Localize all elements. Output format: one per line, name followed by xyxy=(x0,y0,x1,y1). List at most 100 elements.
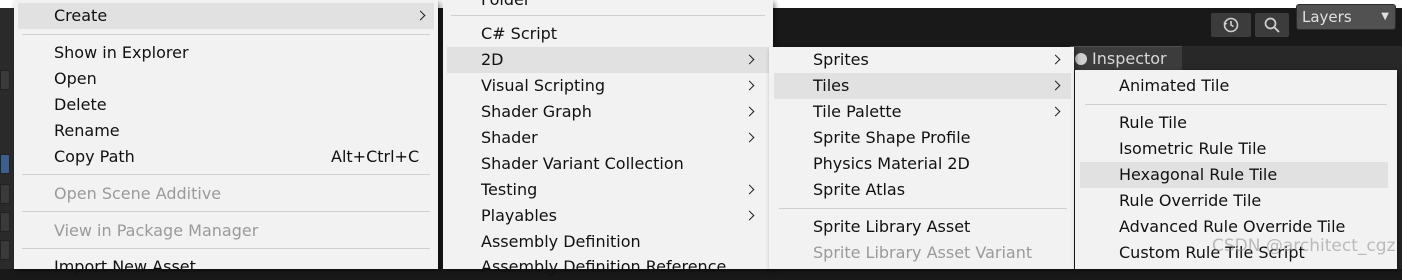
move-tool-icon[interactable] xyxy=(0,154,10,174)
info-icon xyxy=(1075,53,1087,65)
menu-item-label: Folder xyxy=(481,0,530,13)
context-menu: Create Show in Explorer Open Delete Rena… xyxy=(14,0,438,276)
menu-item-sprite-atlas[interactable]: Sprite Atlas xyxy=(774,177,1071,203)
menu-divider xyxy=(22,211,430,212)
history-button[interactable] xyxy=(1210,12,1252,38)
menu-item-label: Sprite Library Asset Variant xyxy=(813,243,1033,262)
chevron-right-icon xyxy=(745,177,756,203)
2d-submenu: Sprites Tiles Tile Palette Sprite Shape … xyxy=(769,47,1074,269)
menu-item-physics-material-2d[interactable]: Physics Material 2D xyxy=(774,151,1071,177)
menu-item-label: Create xyxy=(54,6,108,25)
menu-item-folder[interactable]: Folder xyxy=(447,0,769,13)
menu-item-open-scene-additive: Open Scene Additive xyxy=(18,181,434,207)
menu-item-label: Tile Palette xyxy=(813,102,902,121)
search-button[interactable] xyxy=(1254,12,1290,38)
menu-item-shader[interactable]: Shader xyxy=(447,125,769,151)
menu-divider xyxy=(451,15,765,16)
menu-item-label: Isometric Rule Tile xyxy=(1119,139,1267,158)
history-icon xyxy=(1223,17,1239,33)
menu-item-label: Tiles xyxy=(813,76,850,95)
menu-item-shader-variant-collection[interactable]: Shader Variant Collection xyxy=(447,151,769,177)
menu-item-rule-tile[interactable]: Rule Tile xyxy=(1080,110,1388,136)
menu-item-label: Hexagonal Rule Tile xyxy=(1119,165,1278,184)
menu-item-sprite-library-asset-variant: Sprite Library Asset Variant xyxy=(774,240,1071,266)
menu-item-hexagonal-rule-tile[interactable]: Hexagonal Rule Tile xyxy=(1080,162,1388,188)
menu-item-show-in-explorer[interactable]: Show in Explorer xyxy=(18,40,434,66)
create-submenu: Folder C# Script 2D Visual Scripting Sha… xyxy=(443,0,773,276)
menu-item-label: Advanced Rule Override Tile xyxy=(1119,217,1346,236)
chevron-right-icon xyxy=(745,47,756,73)
menu-divider xyxy=(779,208,1067,209)
menu-item-label: Import New Asset... xyxy=(54,257,212,276)
menu-item-label: Show in Explorer xyxy=(54,43,189,62)
menu-item-animated-tile[interactable]: Animated Tile xyxy=(1080,73,1388,99)
chevron-right-icon xyxy=(416,3,427,29)
chevron-right-icon xyxy=(745,73,756,99)
menu-item-delete[interactable]: Delete xyxy=(18,92,434,118)
menu-item-advanced-rule-override-tile[interactable]: Advanced Rule Override Tile xyxy=(1080,214,1388,240)
menu-item-label: Playables xyxy=(481,206,557,225)
menu-item-label: Shader Graph xyxy=(481,102,592,121)
menu-item-rename[interactable]: Rename xyxy=(18,118,434,144)
search-icon xyxy=(1264,17,1280,33)
menu-item-csharp-script[interactable]: C# Script xyxy=(447,21,769,47)
menu-item-import-new-asset[interactable]: Import New Asset... xyxy=(18,254,434,280)
layers-dropdown[interactable]: Layers ▼ xyxy=(1296,4,1396,30)
menu-item-create[interactable]: Create xyxy=(18,3,434,29)
menu-item-sprite-library-asset[interactable]: Sprite Library Asset xyxy=(774,214,1071,240)
menu-item-label: Copy Path xyxy=(54,147,135,166)
scene-tools-strip xyxy=(0,8,14,269)
menu-item-label: Shader xyxy=(481,128,538,147)
menu-divider xyxy=(1085,104,1387,105)
tiles-submenu: Animated Tile Rule Tile Isometric Rule T… xyxy=(1075,70,1397,269)
menu-item-label: Physics Material 2D xyxy=(813,154,970,173)
menu-item-label: Visual Scripting xyxy=(481,76,605,95)
menu-item-label: Open xyxy=(54,69,97,88)
menu-item-label: Sprites xyxy=(813,50,869,69)
menu-item-label: Shader Variant Collection xyxy=(481,154,684,173)
menu-item-assembly-definition-reference[interactable]: Assembly Definition Reference xyxy=(447,254,769,280)
menu-item-isometric-rule-tile[interactable]: Isometric Rule Tile xyxy=(1080,136,1388,162)
menu-item-label: Assembly Definition xyxy=(481,232,641,251)
menu-item-open[interactable]: Open xyxy=(18,66,434,92)
menu-item-label: Open Scene Additive xyxy=(54,184,222,203)
menu-item-sprite-shape-profile[interactable]: Sprite Shape Profile xyxy=(774,125,1071,151)
scale-tool-icon[interactable] xyxy=(0,212,10,232)
menu-item-label: Sprite Shape Profile xyxy=(813,128,971,147)
menu-divider xyxy=(22,174,430,175)
menu-item-label: Custom Rule Tile Script xyxy=(1119,243,1305,262)
menu-item-tiles[interactable]: Tiles xyxy=(774,73,1071,99)
menu-item-assembly-definition[interactable]: Assembly Definition xyxy=(447,229,769,255)
menu-divider xyxy=(22,34,430,35)
menu-item-sprites[interactable]: Sprites xyxy=(774,47,1071,73)
shortcut-label: Alt+Ctrl+C xyxy=(331,147,420,166)
menu-item-label: Assembly Definition Reference xyxy=(481,257,727,276)
tab-inspector[interactable]: Inspector xyxy=(1070,46,1182,70)
menu-item-2d[interactable]: 2D xyxy=(447,47,769,73)
menu-item-copy-path[interactable]: Copy Path Alt+Ctrl+C xyxy=(18,144,434,170)
menu-item-playables[interactable]: Playables xyxy=(447,203,769,229)
menu-item-label: Animated Tile xyxy=(1119,76,1230,95)
layers-label: Layers xyxy=(1302,8,1352,26)
hand-tool-icon[interactable] xyxy=(0,70,10,90)
menu-item-label: Sprite Atlas xyxy=(813,180,906,199)
chevron-right-icon xyxy=(745,203,756,229)
menu-item-label: View in Package Manager xyxy=(54,221,259,240)
chevron-right-icon xyxy=(745,125,756,151)
menu-item-label: 2D xyxy=(481,50,504,69)
rect-tool-icon[interactable] xyxy=(0,240,10,260)
menu-item-label: Rename xyxy=(54,121,120,140)
inspector-tab-label: Inspector xyxy=(1092,49,1167,68)
menu-item-label: C# Script xyxy=(481,24,558,43)
menu-item-label: Rule Override Tile xyxy=(1119,191,1262,210)
chevron-right-icon xyxy=(1051,73,1062,99)
rotate-tool-icon[interactable] xyxy=(0,184,10,204)
menu-item-visual-scripting[interactable]: Visual Scripting xyxy=(447,73,769,99)
menu-item-shader-graph[interactable]: Shader Graph xyxy=(447,99,769,125)
menu-item-tile-palette[interactable]: Tile Palette xyxy=(774,99,1071,125)
menu-item-view-in-package-manager: View in Package Manager xyxy=(18,218,434,244)
menu-item-testing[interactable]: Testing xyxy=(447,177,769,203)
menu-item-custom-rule-tile-script[interactable]: Custom Rule Tile Script xyxy=(1080,240,1388,266)
menu-item-label: Rule Tile xyxy=(1119,113,1187,132)
menu-item-rule-override-tile[interactable]: Rule Override Tile xyxy=(1080,188,1388,214)
